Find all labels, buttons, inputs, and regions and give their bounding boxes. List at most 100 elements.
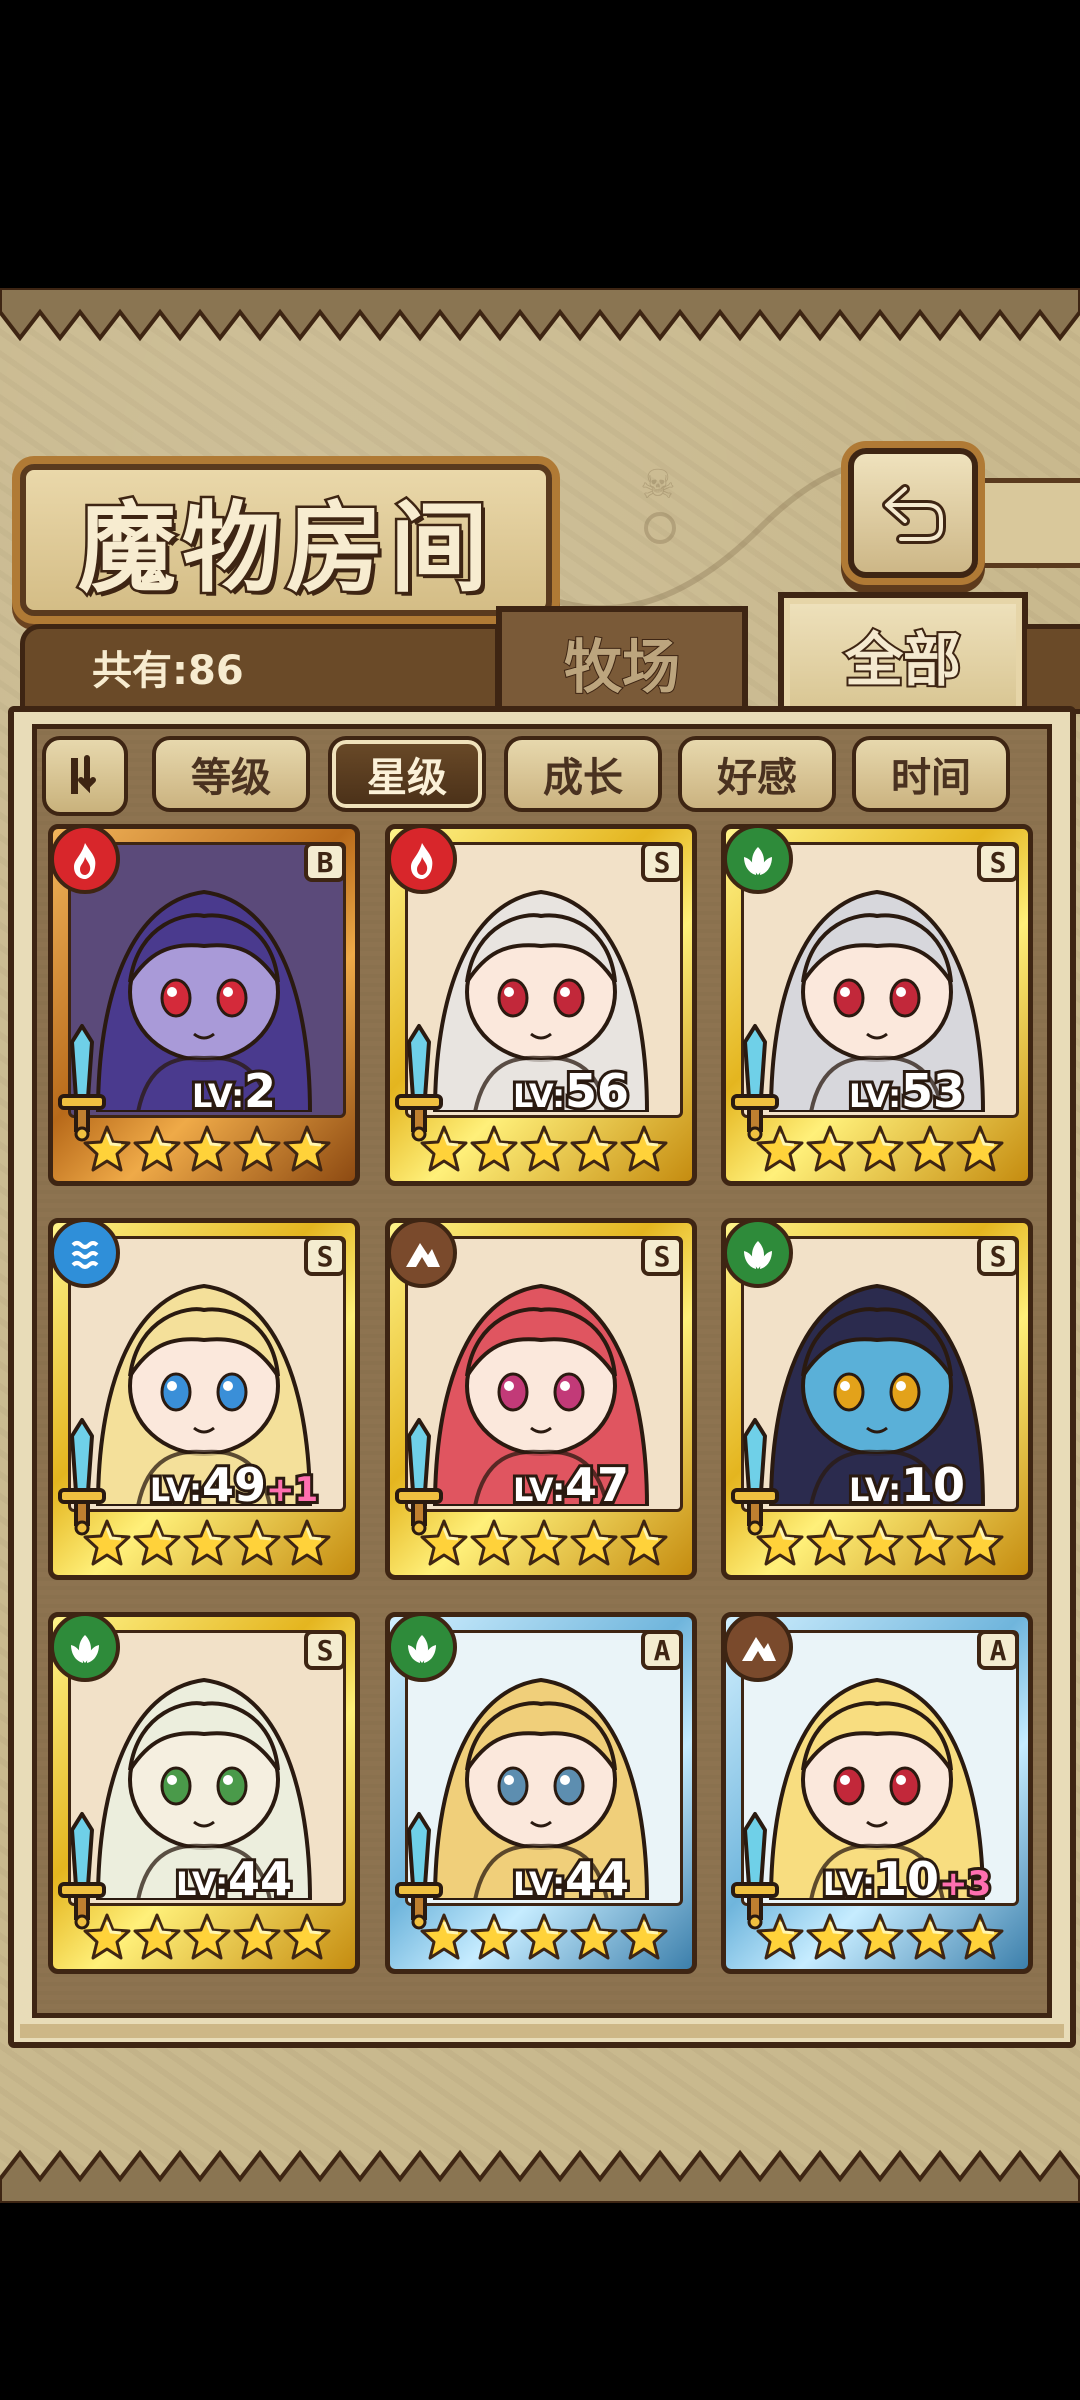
rank-label: S bbox=[316, 1633, 334, 1667]
level-prefix: LV: bbox=[820, 1862, 878, 1906]
filter-level-label: 等级 bbox=[191, 755, 271, 801]
star-icon bbox=[83, 1519, 131, 1566]
monster-card[interactable]: S LV:56 bbox=[385, 824, 697, 1186]
element-nature-icon bbox=[723, 1218, 793, 1288]
star-icon bbox=[133, 1913, 181, 1960]
element-earth-icon bbox=[723, 1612, 793, 1682]
star-icon bbox=[233, 1913, 281, 1960]
star-rating bbox=[82, 1518, 332, 1572]
star-icon bbox=[856, 1125, 904, 1172]
rank-label: S bbox=[989, 845, 1007, 879]
star-icon bbox=[806, 1913, 854, 1960]
monster-card[interactable]: S LV:53 bbox=[721, 824, 1033, 1186]
title-plate: 魔物房间 bbox=[20, 464, 552, 616]
monster-card[interactable]: A LV:10+3 bbox=[721, 1612, 1033, 1974]
page-title: 魔物房间 bbox=[75, 489, 494, 609]
star-rating bbox=[82, 1124, 332, 1178]
level-bonus: +1 bbox=[263, 1467, 321, 1513]
star-icon bbox=[756, 1125, 804, 1172]
star-icon bbox=[420, 1125, 468, 1172]
monster-card[interactable]: B LV:2 bbox=[48, 824, 360, 1186]
tab-all-label: 全部 bbox=[843, 624, 963, 696]
tab-ranch[interactable]: 牧场 bbox=[496, 606, 748, 712]
monster-card[interactable]: A LV:44 bbox=[385, 1612, 697, 1974]
star-icon bbox=[856, 1519, 904, 1566]
star-icon bbox=[856, 1913, 904, 1960]
star-icon bbox=[183, 1913, 231, 1960]
rank-label: S bbox=[989, 1239, 1007, 1273]
level-value: 49 bbox=[199, 1455, 269, 1515]
level-value: 56 bbox=[562, 1061, 632, 1121]
star-rating bbox=[755, 1912, 1005, 1966]
star-icon bbox=[756, 1519, 804, 1566]
monster-level: LV:2 bbox=[108, 1061, 360, 1121]
rank-badge: S bbox=[977, 1236, 1019, 1276]
element-nature-icon bbox=[723, 824, 793, 894]
filter-affection[interactable]: 好感 bbox=[678, 736, 836, 812]
monster-level: LV:10+3 bbox=[781, 1849, 1033, 1909]
element-fire-icon bbox=[387, 824, 457, 894]
star-rating bbox=[755, 1124, 1005, 1178]
level-prefix: LV: bbox=[510, 1862, 568, 1906]
filter-star-label: 星级 bbox=[367, 755, 447, 801]
svg-text:☠: ☠ bbox=[640, 462, 676, 508]
filter-growth[interactable]: 成长 bbox=[504, 736, 662, 812]
level-value: 10 bbox=[898, 1455, 968, 1515]
rank-badge: A bbox=[977, 1630, 1019, 1670]
monster-level: LV:49+1 bbox=[108, 1455, 360, 1515]
monster-card[interactable]: S LV:47 bbox=[385, 1218, 697, 1580]
back-button[interactable] bbox=[848, 448, 978, 578]
rank-label: A bbox=[989, 1633, 1007, 1667]
star-icon bbox=[233, 1125, 281, 1172]
rank-label: S bbox=[653, 1239, 671, 1273]
star-rating bbox=[82, 1912, 332, 1966]
level-bonus: +3 bbox=[936, 1861, 994, 1907]
monster-card[interactable]: S LV:10 bbox=[721, 1218, 1033, 1580]
rank-label: S bbox=[316, 1239, 334, 1273]
element-earth-icon bbox=[387, 1218, 457, 1288]
star-rating bbox=[419, 1518, 669, 1572]
level-value: 2 bbox=[241, 1061, 279, 1121]
star-icon bbox=[283, 1125, 331, 1172]
rank-label: B bbox=[316, 845, 334, 879]
monster-card[interactable]: S LV:49+1 bbox=[48, 1218, 360, 1580]
star-icon bbox=[570, 1125, 618, 1172]
level-value: 53 bbox=[898, 1061, 968, 1121]
star-icon bbox=[906, 1913, 954, 1960]
monster-count: 共有:86 bbox=[92, 648, 244, 694]
rank-badge: S bbox=[641, 1236, 683, 1276]
star-icon bbox=[83, 1125, 131, 1172]
filter-time[interactable]: 时间 bbox=[852, 736, 1010, 812]
star-icon bbox=[570, 1913, 618, 1960]
filter-level[interactable]: 等级 bbox=[152, 736, 310, 812]
star-icon bbox=[183, 1519, 231, 1566]
rank-badge: A bbox=[641, 1630, 683, 1670]
tab-all[interactable]: 全部 bbox=[778, 592, 1028, 712]
rank-badge: S bbox=[304, 1236, 346, 1276]
monster-card[interactable]: S LV:44 bbox=[48, 1612, 360, 1974]
rank-badge: S bbox=[304, 1630, 346, 1670]
level-prefix: LV: bbox=[510, 1074, 568, 1118]
tab-right-rail bbox=[1022, 624, 1080, 714]
element-fire-icon bbox=[50, 824, 120, 894]
zigzag-border-top bbox=[0, 288, 1080, 342]
rank-badge: S bbox=[641, 842, 683, 882]
filter-star[interactable]: 星级 bbox=[328, 736, 486, 812]
star-icon bbox=[956, 1519, 1004, 1566]
star-icon bbox=[956, 1913, 1004, 1960]
zigzag-border-bottom bbox=[0, 2149, 1080, 2203]
monster-level: LV:44 bbox=[445, 1849, 697, 1909]
level-prefix: LV: bbox=[189, 1074, 247, 1118]
sort-order-toggle[interactable] bbox=[42, 736, 128, 816]
star-icon bbox=[283, 1519, 331, 1566]
star-icon bbox=[470, 1125, 518, 1172]
star-icon bbox=[470, 1913, 518, 1960]
level-prefix: LV: bbox=[846, 1468, 904, 1512]
level-prefix: LV: bbox=[147, 1468, 205, 1512]
level-value: 10 bbox=[872, 1849, 942, 1909]
filter-growth-label: 成长 bbox=[543, 755, 623, 801]
star-rating bbox=[755, 1518, 1005, 1572]
star-icon bbox=[906, 1519, 954, 1566]
star-icon bbox=[233, 1519, 281, 1566]
level-prefix: LV: bbox=[846, 1074, 904, 1118]
